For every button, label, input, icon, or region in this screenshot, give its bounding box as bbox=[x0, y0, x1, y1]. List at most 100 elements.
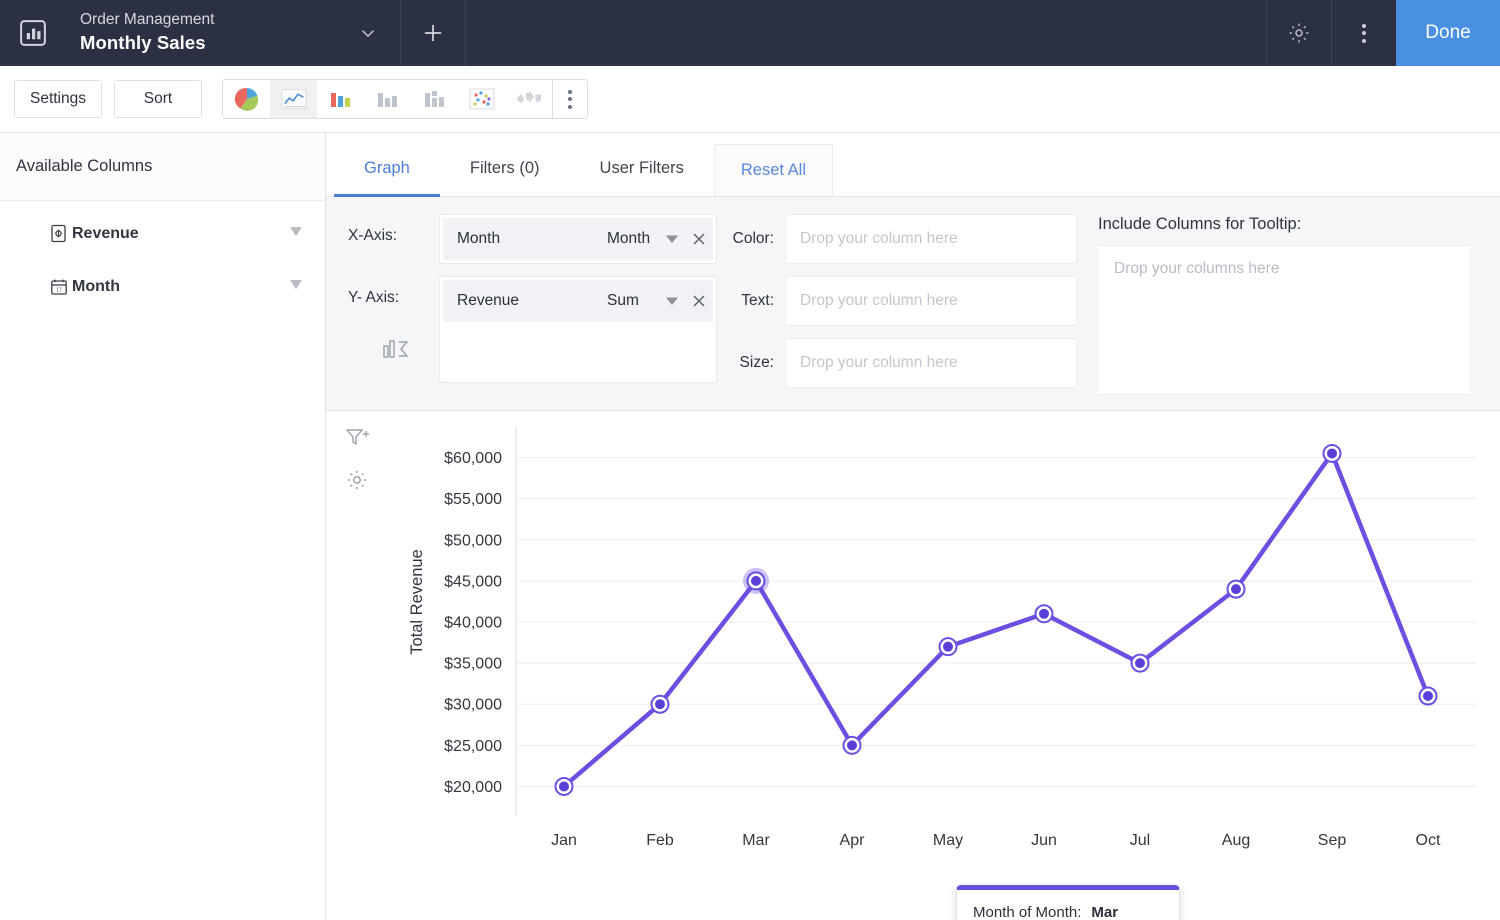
pie-chart-icon bbox=[234, 86, 260, 112]
available-columns-title: Available Columns bbox=[0, 133, 325, 201]
data-point-tooltip: Month of Month: Mar Total Revenue: $45,0… bbox=[956, 885, 1180, 920]
chevron-down-icon bbox=[357, 22, 379, 44]
x-tick-label: Jan bbox=[551, 832, 577, 849]
gear-icon bbox=[345, 468, 369, 492]
column-item-revenue[interactable]: Revenue bbox=[10, 207, 315, 260]
view-tabs: Graph Filters (0) User Filters Reset All bbox=[326, 133, 1500, 197]
settings-button[interactable]: Settings bbox=[14, 80, 102, 118]
data-point bbox=[847, 740, 857, 750]
x-tick-label: Mar bbox=[742, 832, 770, 849]
scatter-chart-icon bbox=[468, 87, 496, 111]
tooltip-columns-dropzone[interactable]: Drop your columns here bbox=[1098, 246, 1470, 394]
gear-icon bbox=[1287, 21, 1311, 45]
aggregate-sigma-icon bbox=[382, 335, 412, 366]
y-axis-chip[interactable]: Revenue Sum bbox=[443, 280, 713, 322]
chart-type-line[interactable] bbox=[270, 80, 317, 118]
x-tick-label: Aug bbox=[1222, 832, 1250, 849]
filter-caret-icon[interactable] bbox=[289, 225, 303, 243]
line-chart-icon bbox=[280, 87, 308, 111]
data-point bbox=[943, 642, 953, 652]
chart-type-column[interactable] bbox=[317, 80, 364, 118]
main-content: Graph Filters (0) User Filters Reset All… bbox=[326, 133, 1500, 920]
color-dropzone[interactable]: Drop your column here bbox=[786, 215, 1076, 263]
y-axis-aggregation-caret[interactable] bbox=[659, 297, 685, 306]
x-tick-label: Sep bbox=[1318, 832, 1347, 849]
chart-type-stacked-bar[interactable] bbox=[411, 80, 458, 118]
x-tick-label: Jun bbox=[1031, 832, 1057, 849]
header-settings-button[interactable] bbox=[1267, 0, 1331, 66]
map-chart-icon bbox=[515, 89, 543, 109]
available-columns-sidebar: Available Columns Revenue bbox=[0, 133, 326, 920]
column-item-month[interactable]: 17 Month bbox=[10, 260, 315, 313]
y-tick-label: $35,000 bbox=[444, 656, 502, 673]
chart-toolbar: Settings Sort bbox=[0, 66, 1500, 133]
chart-type-pie[interactable] bbox=[223, 80, 270, 118]
column-label: Month bbox=[72, 278, 120, 296]
done-button[interactable]: Done bbox=[1396, 0, 1500, 66]
y-axis-dropzone[interactable]: Revenue Sum bbox=[440, 277, 716, 382]
y-axis-title: Total Revenue bbox=[408, 549, 426, 655]
data-point bbox=[1327, 448, 1337, 458]
y-tick-label: $40,000 bbox=[444, 615, 502, 632]
bar-chart-icon bbox=[375, 87, 401, 111]
encoding-dropzones-column: Color: Drop your column here Text: Drop … bbox=[716, 215, 1076, 388]
y-tick-label: $55,000 bbox=[444, 491, 502, 508]
x-axis-aggregation-caret[interactable] bbox=[659, 235, 685, 244]
plot-area: $60,000 $55,000 $50,000 $45,000 $40,000 $35,0… bbox=[386, 419, 1460, 920]
chart-config-panel: X-Axis: Month Month bbox=[326, 197, 1500, 411]
header-overflow-button[interactable] bbox=[1332, 0, 1396, 66]
y-tick-label: $45,000 bbox=[444, 573, 502, 590]
size-row: Size: Drop your column here bbox=[724, 339, 1076, 387]
data-point bbox=[1231, 584, 1241, 594]
stacked-bar-chart-icon bbox=[422, 87, 448, 111]
plus-icon bbox=[420, 20, 446, 46]
x-axis-chip[interactable]: Month Month bbox=[443, 218, 713, 260]
chart-settings-button[interactable] bbox=[342, 465, 372, 495]
revenue-line bbox=[564, 453, 1428, 786]
sort-button[interactable]: Sort bbox=[114, 80, 202, 118]
add-filter-button[interactable] bbox=[342, 423, 372, 453]
x-axis-dropzone[interactable]: Month Month bbox=[440, 215, 716, 263]
tooltip-columns-column: Include Columns for Tooltip: Drop your c… bbox=[1076, 215, 1500, 388]
y-axis-column-name: Revenue bbox=[457, 292, 607, 310]
text-label: Text: bbox=[724, 292, 786, 310]
app-logo bbox=[0, 0, 66, 66]
x-axis-aggregation: Month bbox=[607, 230, 659, 248]
y-tick-label: $20,000 bbox=[444, 779, 502, 796]
column-chart-icon bbox=[328, 87, 354, 111]
x-axis-remove-button[interactable] bbox=[685, 232, 713, 246]
tooltip-columns-title: Include Columns for Tooltip: bbox=[1098, 215, 1470, 234]
color-row: Color: Drop your column here bbox=[724, 215, 1076, 263]
line-chart-svg[interactable]: $60,000 $55,000 $50,000 $45,000 $40,000 $35,0… bbox=[386, 419, 1496, 859]
x-tick-label: Jul bbox=[1130, 832, 1150, 849]
chart-type-overflow-button[interactable] bbox=[553, 80, 587, 118]
tab-filters[interactable]: Filters (0) bbox=[440, 140, 570, 196]
axes-config-column: X-Axis: Month Month bbox=[326, 215, 716, 388]
x-tick-label: Oct bbox=[1416, 832, 1441, 849]
header-spacer bbox=[466, 0, 1266, 66]
y-axis-remove-button[interactable] bbox=[685, 294, 713, 308]
filter-caret-icon[interactable] bbox=[289, 278, 303, 296]
view-switcher-button[interactable] bbox=[336, 0, 400, 66]
chart-type-bar[interactable] bbox=[364, 80, 411, 118]
x-axis-column-name: Month bbox=[457, 230, 607, 248]
currency-column-icon bbox=[50, 224, 72, 243]
add-view-button[interactable] bbox=[401, 0, 465, 66]
tab-user-filters[interactable]: User Filters bbox=[570, 140, 714, 196]
tab-graph[interactable]: Graph bbox=[334, 140, 440, 196]
y-tick-label: $50,000 bbox=[444, 532, 502, 549]
size-label: Size: bbox=[724, 354, 786, 372]
more-vertical-icon bbox=[1362, 24, 1366, 43]
tooltip-month-row: Month of Month: Mar bbox=[973, 904, 1163, 920]
chart-type-group bbox=[222, 79, 588, 119]
size-dropzone[interactable]: Drop your column here bbox=[786, 339, 1076, 387]
reset-all-button[interactable]: Reset All bbox=[714, 144, 833, 196]
chart-type-scatter[interactable] bbox=[458, 80, 505, 118]
data-point bbox=[655, 699, 665, 709]
y-tick-label: $25,000 bbox=[444, 738, 502, 755]
data-point bbox=[559, 781, 569, 791]
y-tick-label: $60,000 bbox=[444, 450, 502, 467]
chart-type-map[interactable] bbox=[505, 80, 552, 118]
text-dropzone[interactable]: Drop your column here bbox=[786, 277, 1076, 325]
available-columns-list: Revenue 17 Month bbox=[0, 201, 325, 313]
